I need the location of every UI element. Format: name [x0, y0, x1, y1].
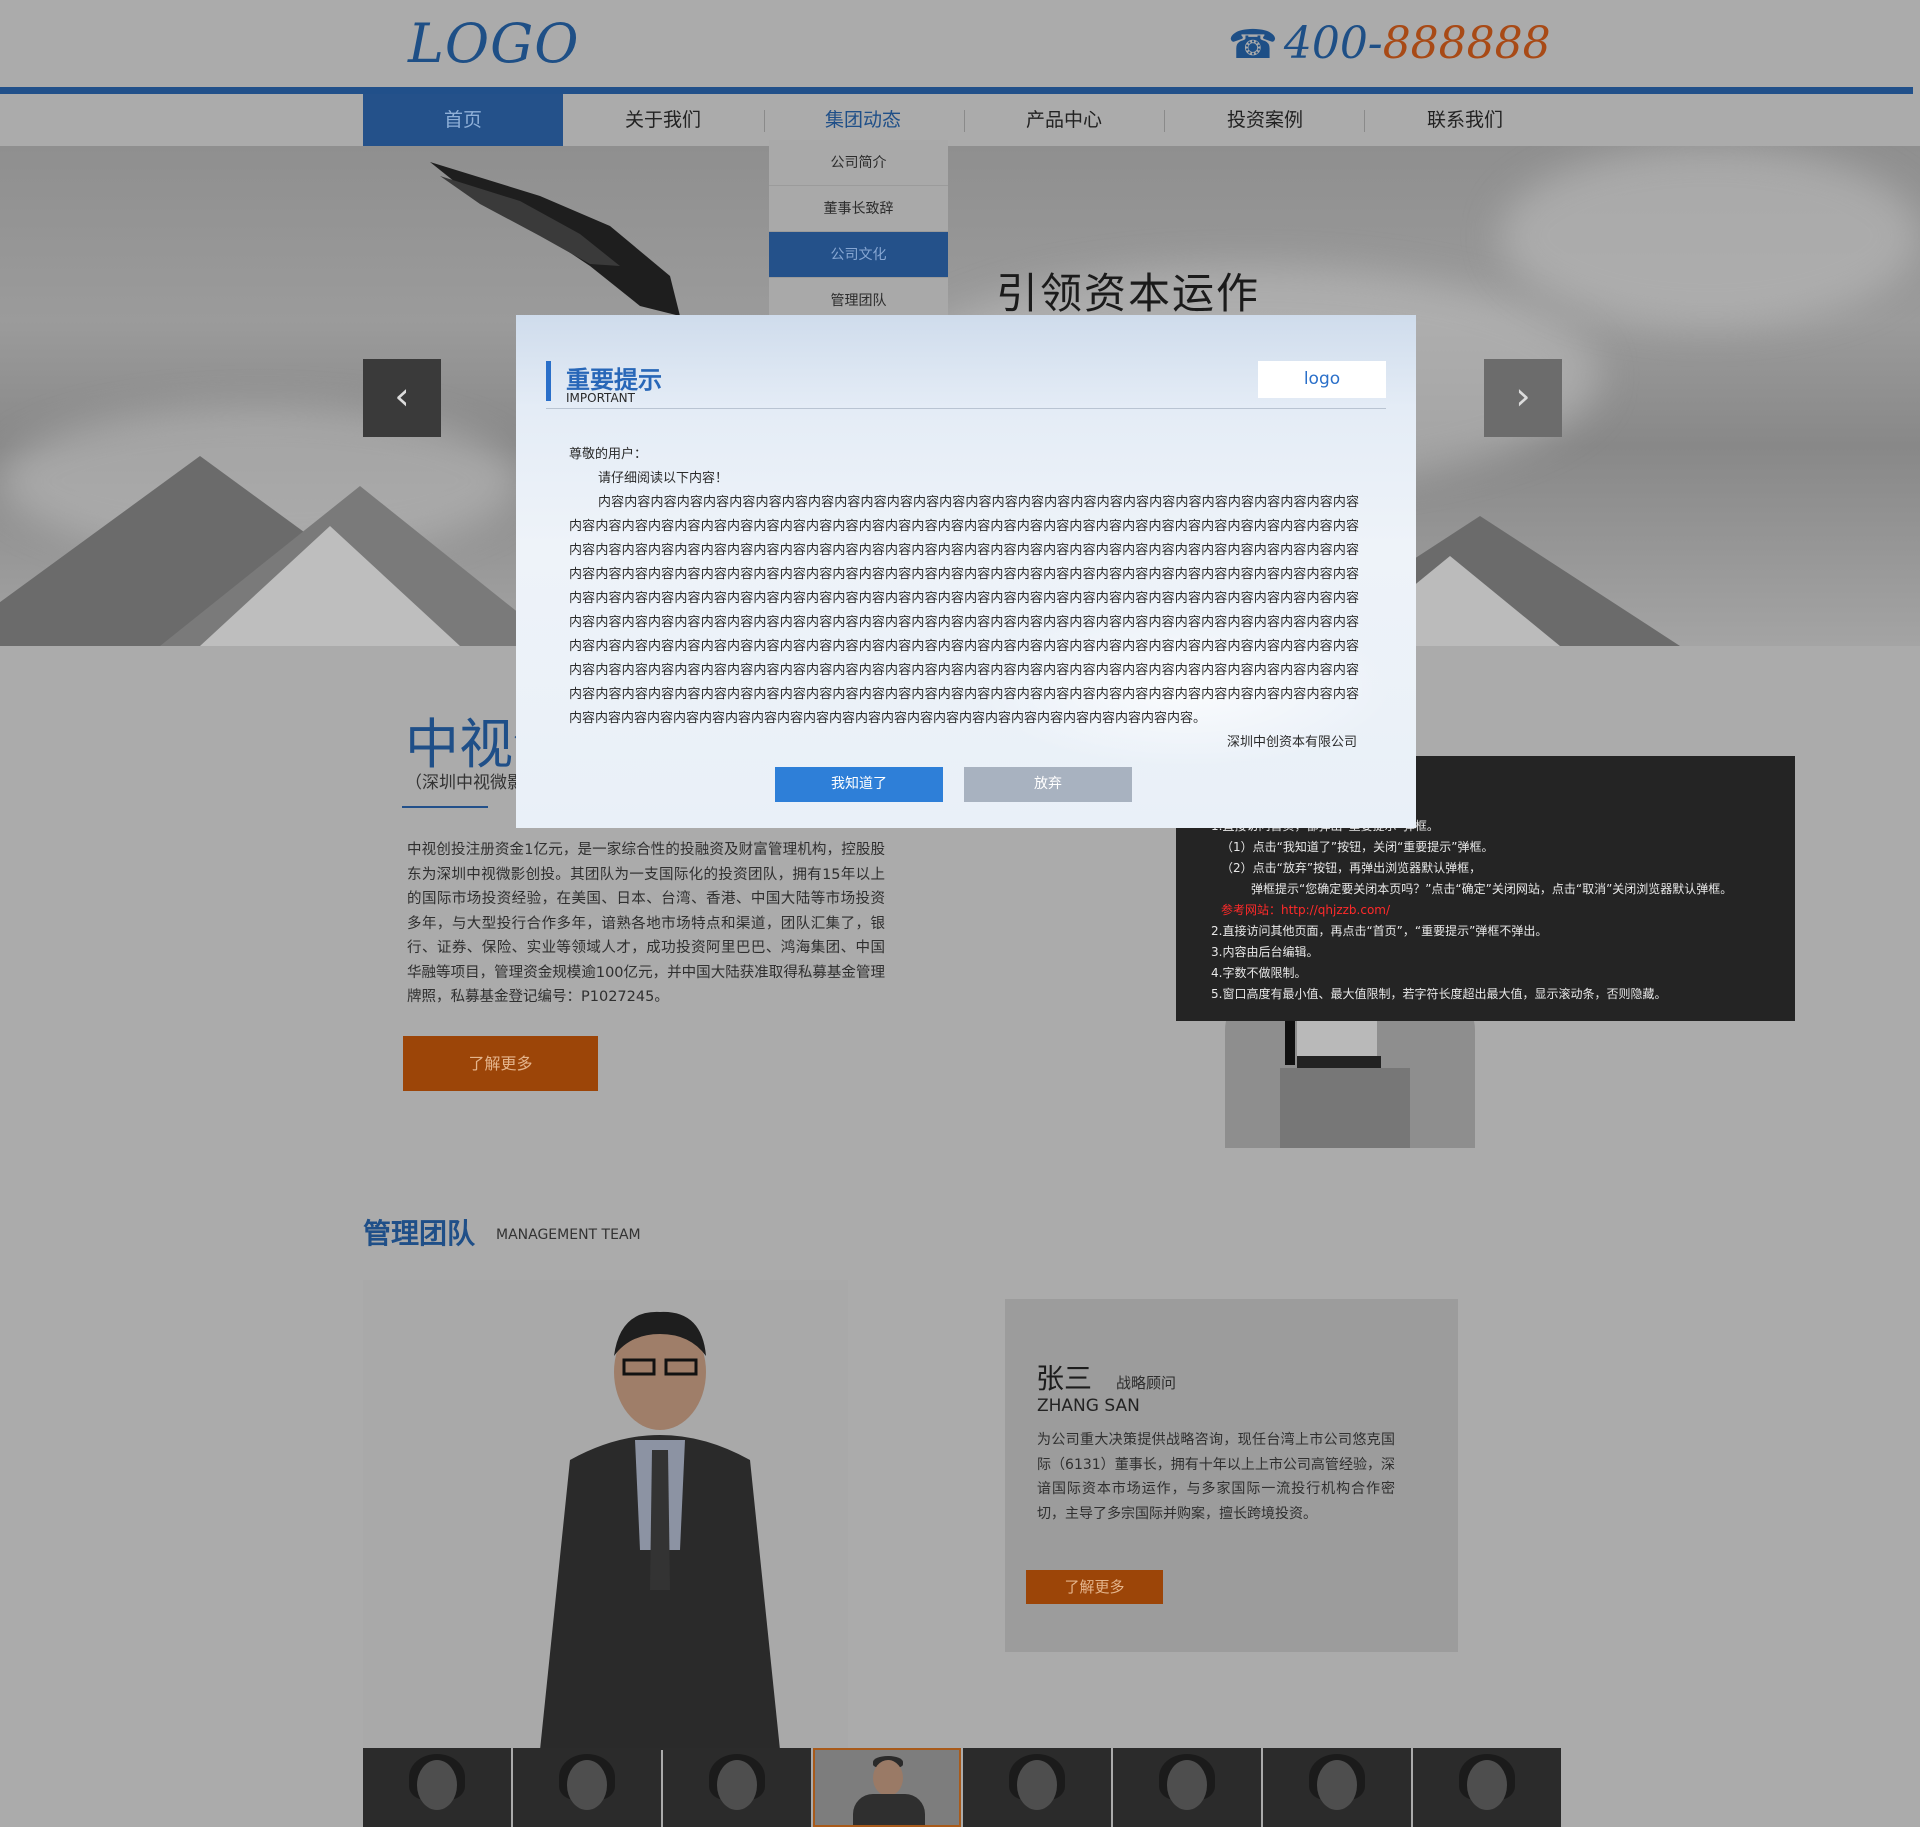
modal-signature: 深圳中创资本有限公司 — [1226, 735, 1357, 750]
team-thumbnail[interactable] — [1263, 1748, 1411, 1827]
member-name-en: ZHANG SAN — [1037, 1396, 1140, 1416]
member-name: 张三 — [1036, 1362, 1093, 1395]
modal-body: 尊敬的用户： 请仔细阅读以下内容！ 内容内容内容内容内容内容内容内容内容内容内容… — [569, 443, 1359, 755]
team-thumbnail[interactable] — [363, 1748, 511, 1827]
nav-item-contact[interactable]: 联系我们 — [1365, 94, 1565, 146]
banner-prev-button[interactable]: ‹ — [363, 359, 441, 437]
site-header: LOGO ☎ 400-888888 — [0, 0, 1920, 88]
thumbnail-face — [417, 1760, 457, 1810]
member-more-button[interactable]: 了解更多 — [1026, 1570, 1163, 1604]
chevron-left-icon: ‹ — [394, 374, 410, 418]
team-thumbnail[interactable] — [813, 1748, 961, 1827]
man-belt — [1297, 1056, 1381, 1068]
modal-content: 内容内容内容内容内容内容内容内容内容内容内容内容内容内容内容内容内容内容内容内容… — [569, 495, 1359, 726]
modal-divider — [546, 408, 1386, 409]
acknowledge-button[interactable]: 我知道了 — [775, 767, 943, 802]
thumbnail-face — [1467, 1760, 1507, 1810]
banner-next-button[interactable]: › — [1484, 359, 1562, 437]
about-subtitle: （深圳中视微影 — [405, 773, 524, 793]
team-thumbnail[interactable] — [513, 1748, 661, 1827]
man-pants — [1280, 1068, 1410, 1148]
modal-title-accent — [546, 361, 551, 401]
team-member-photo — [540, 1311, 780, 1750]
thumbnail-face — [567, 1760, 607, 1810]
banner-slogan: 引领资本运作 — [996, 269, 1261, 318]
modal-subtitle: IMPORTANT — [566, 391, 635, 405]
about-description: 中视创投注册资金1亿元，是一家综合性的投融资及财富管理机构，控股股东为深圳中视微… — [407, 842, 885, 1005]
modal-title: 重要提示 — [566, 366, 662, 394]
eagle-image — [430, 162, 680, 316]
note-line: 5.窗口高度有最小值、最大值限制，若字符长度超出最大值，显示滚动条，否则隐藏。 — [1211, 987, 1667, 1001]
telephone-icon: ☎ — [1228, 22, 1278, 68]
team-thumbnail-strip — [363, 1748, 1562, 1827]
modal-logo: logo — [1258, 361, 1386, 398]
header-divider — [0, 87, 1913, 94]
abandon-button[interactable]: 放弃 — [964, 767, 1132, 802]
note-line: 4.字数不做限制。 — [1211, 966, 1307, 980]
team-subtitle: MANAGEMENT TEAM — [496, 1227, 641, 1243]
thumbnail-face — [1317, 1760, 1357, 1810]
about-underline — [402, 806, 488, 808]
note-line: 2.直接访问其他页面，再点击“首页”，“重要提示”弹框不弹出。 — [1211, 924, 1548, 938]
dropdown-item-culture[interactable]: 公司文化 — [769, 232, 948, 278]
nav-item-news[interactable]: 集团动态 — [763, 94, 963, 146]
chevron-right-icon: › — [1515, 374, 1531, 418]
modal-greeting: 尊敬的用户： — [569, 447, 648, 462]
phone-prefix: 400- — [1283, 18, 1383, 69]
nav-item-home[interactable]: 首页 — [363, 94, 563, 146]
member-description: 为公司重大决策提供战略咨询，现任台湾上市公司悠克国际（6131）董事长，拥有十年… — [1037, 1432, 1395, 1522]
nav-item-about[interactable]: 关于我们 — [563, 94, 763, 146]
team-title: 管理团队 — [363, 1217, 476, 1250]
modal-instruction: 请仔细阅读以下内容！ — [598, 471, 729, 486]
note-reference-link[interactable]: 参考网站：http://qhjzzb.com/ — [1211, 900, 1795, 921]
dropdown-item-profile[interactable]: 公司简介 — [769, 140, 948, 186]
phone-digits: 888888 — [1382, 18, 1551, 69]
important-notice-modal: 重要提示 IMPORTANT logo 尊敬的用户： 请仔细阅读以下内容！ 内容… — [516, 315, 1416, 828]
thumbnail-face — [717, 1760, 757, 1810]
thumbnail-body — [853, 1794, 925, 1825]
site-logo[interactable]: LOGO — [408, 12, 580, 75]
dropdown-item-chairman[interactable]: 董事长致辞 — [769, 186, 948, 232]
phone-number: ☎ 400-888888 — [1228, 18, 1551, 69]
nav-dropdown: 公司简介 董事长致辞 公司文化 管理团队 — [769, 140, 948, 324]
note-line: 3.内容由后台编辑。 — [1211, 945, 1319, 959]
member-role: 战略顾问 — [1116, 1374, 1177, 1392]
team-thumbnail[interactable] — [663, 1748, 811, 1827]
nav-item-cases[interactable]: 投资案例 — [1165, 94, 1365, 146]
nav-item-products[interactable]: 产品中心 — [964, 94, 1164, 146]
banner-snow — [200, 526, 460, 646]
banner-cloud — [1500, 146, 1920, 326]
team-thumbnail[interactable] — [963, 1748, 1111, 1827]
note-line: 弹框提示“您确定要关闭本页吗？”点击“确定”关闭网站，点击“取消”关闭浏览器默认… — [1251, 882, 1733, 896]
about-more-button[interactable]: 了解更多 — [403, 1036, 598, 1091]
thumbnail-face — [1017, 1760, 1057, 1810]
team-thumbnail[interactable] — [1113, 1748, 1261, 1827]
note-line: （1）点击“我知道了”按钮，关闭“重要提示”弹框。 — [1221, 840, 1494, 854]
note-line: （2）点击“放弃”按钮，再弹出浏览器默认弹框， — [1221, 861, 1482, 875]
team-thumbnail[interactable] — [1413, 1748, 1561, 1827]
thumbnail-face — [873, 1760, 903, 1796]
main-nav: 首页 关于我们 集团动态 产品中心 投资案例 联系我们 — [0, 94, 1920, 146]
thumbnail-face — [1167, 1760, 1207, 1810]
